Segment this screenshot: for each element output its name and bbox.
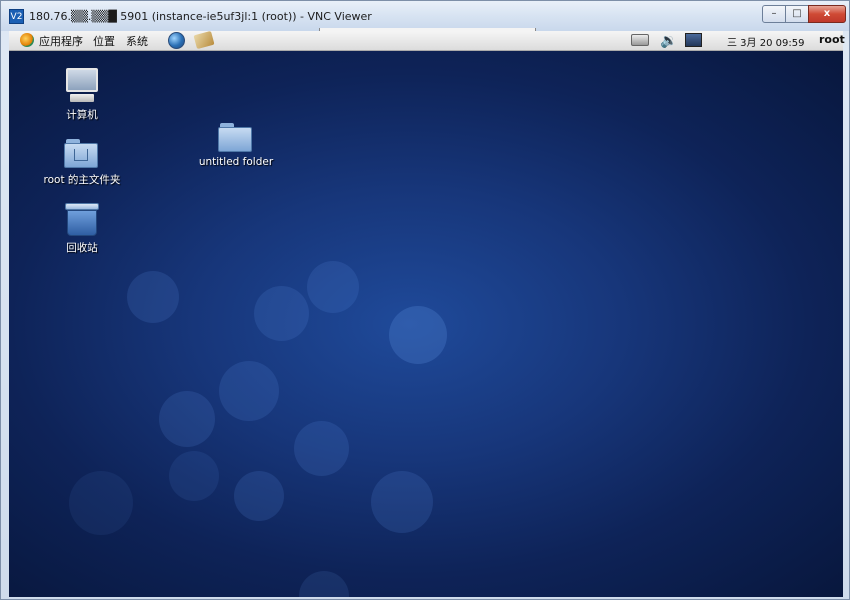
menu-applications[interactable]: 应用程序 (39, 33, 83, 49)
close-button[interactable]: x (808, 5, 846, 23)
menu-system[interactable]: 系统 (126, 33, 148, 49)
maximize-button[interactable]: □ (785, 5, 809, 23)
gnome-top-panel: 应用程序 位置 系统 🔉 三 3月 20 09:59 root (9, 30, 845, 51)
home-folder-icon (64, 139, 100, 169)
bokeh-light (127, 271, 179, 323)
user-menu[interactable]: root (819, 33, 845, 46)
volume-icon[interactable]: 🔉 (660, 33, 677, 49)
desktop-icon-label: 回收站 (66, 242, 98, 254)
applications-menu-icon[interactable] (20, 33, 34, 47)
bokeh-light (299, 571, 349, 597)
display-icon[interactable] (685, 33, 702, 47)
desktop-icon-untitled-folder[interactable]: untitled folder (181, 123, 291, 168)
mail-client-icon[interactable] (193, 30, 215, 50)
bokeh-light (371, 471, 433, 533)
title-bar[interactable]: V2 180.76.▒▒.▒▒█ 5901 (instance-ie5uf3jl… (1, 1, 849, 31)
bokeh-light (389, 306, 447, 364)
web-browser-icon[interactable] (168, 32, 185, 49)
desktop-icon-computer[interactable]: 计算机 (27, 68, 137, 122)
menu-places[interactable]: 位置 (93, 33, 115, 49)
bokeh-light (254, 286, 309, 341)
clock[interactable]: 三 3月 20 09:59 (727, 34, 804, 49)
trash-icon (65, 203, 99, 237)
desktop-background[interactable]: 计算机 root 的主文件夹 回收站 untitled folder (9, 51, 843, 597)
bokeh-light (69, 471, 133, 535)
network-icon[interactable] (631, 34, 649, 46)
desktop-icon-label: 计算机 (66, 109, 98, 121)
vnc-viewer-window: V2 180.76.▒▒.▒▒█ 5901 (instance-ie5uf3jl… (0, 0, 850, 600)
vnc-app-icon: V2 (9, 9, 24, 24)
desktop-icon-trash[interactable]: 回收站 (27, 203, 137, 255)
desktop-icon-label: root 的主文件夹 (43, 174, 121, 186)
bokeh-light (234, 471, 284, 521)
bokeh-light (294, 421, 349, 476)
minimize-button[interactable]: – (762, 5, 786, 23)
computer-icon (64, 68, 100, 104)
bokeh-light (159, 391, 215, 447)
desktop-icon-label: untitled folder (198, 156, 274, 168)
desktop-icon-home-folder[interactable]: root 的主文件夹 (27, 139, 137, 187)
bokeh-light (307, 261, 359, 313)
folder-icon (218, 123, 254, 153)
bokeh-light (169, 451, 219, 501)
bokeh-light (219, 361, 279, 421)
window-title: 180.76.▒▒.▒▒█ 5901 (instance-ie5uf3jl:1 … (29, 10, 372, 23)
